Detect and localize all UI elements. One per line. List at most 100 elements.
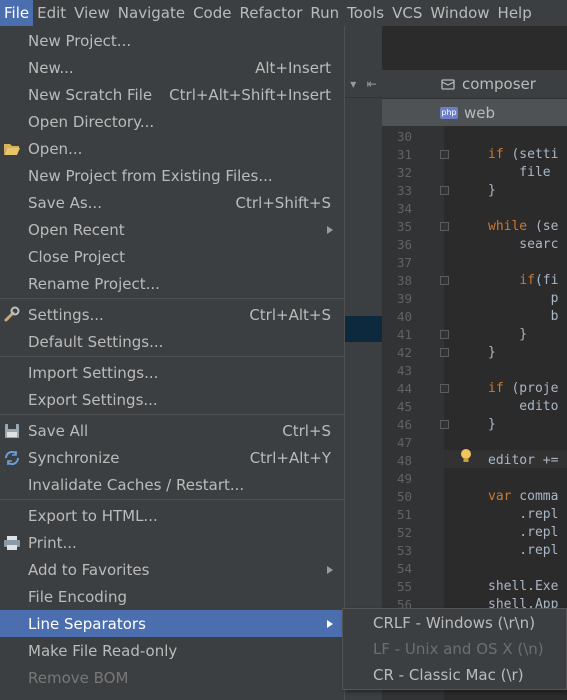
menu-item-label: File Encoding xyxy=(28,587,127,606)
menu-item-import-settings[interactable]: Import Settings... xyxy=(0,359,345,386)
menu-item-open-recent[interactable]: Open Recent xyxy=(0,216,345,243)
menu-item-save-all[interactable]: Save All Ctrl+S xyxy=(0,417,345,444)
menu-separator xyxy=(0,356,345,357)
fold-marker-icon[interactable] xyxy=(440,384,449,393)
menu-item-open[interactable]: Open... xyxy=(0,135,345,162)
menu-item-label: Print... xyxy=(28,533,77,552)
line-number: 30 xyxy=(396,129,412,144)
code-line: b xyxy=(488,309,559,324)
fold-marker-icon[interactable] xyxy=(440,186,449,195)
line-number: 46 xyxy=(396,417,412,432)
menu-item-label: Open Recent xyxy=(28,220,125,239)
line-number: 44 xyxy=(396,381,412,396)
line-number: 50 xyxy=(396,489,412,504)
submenu-arrow-icon xyxy=(327,619,333,628)
menu-item-label: New Project... xyxy=(28,31,132,50)
line-number: 34 xyxy=(396,201,412,216)
menu-item-shortcut: Ctrl+Alt+Shift+Insert xyxy=(169,85,331,104)
file-menu-dropdown: New Project... New... Alt+Insert New Scratc… xyxy=(0,26,345,700)
menu-item-label: Save As... xyxy=(28,193,102,212)
menu-item-save-as[interactable]: Save As... Ctrl+Shift+S xyxy=(0,189,345,216)
fold-marker-icon[interactable] xyxy=(440,276,449,285)
menu-item-export-settings[interactable]: Export Settings... xyxy=(0,386,345,413)
menu-item-settings[interactable]: Settings... Ctrl+Alt+S xyxy=(0,301,345,328)
code-line: if (proje xyxy=(488,381,559,396)
tab-composer[interactable]: composer xyxy=(382,70,567,98)
code-line: editor += xyxy=(488,453,559,468)
code-line: } xyxy=(488,417,496,432)
menu-run[interactable]: Run xyxy=(306,0,343,26)
menu-item-export-to-html[interactable]: Export to HTML... xyxy=(0,502,345,529)
fold-marker-icon[interactable] xyxy=(440,348,449,357)
line-number: 55 xyxy=(396,579,412,594)
menu-item-label: New... xyxy=(28,58,74,77)
menu-item-label: Line Separators xyxy=(28,614,146,633)
line-number: 51 xyxy=(396,507,412,522)
menu-vcs[interactable]: VCS xyxy=(388,0,426,26)
menu-item-default-settings[interactable]: Default Settings... xyxy=(0,328,345,355)
line-number: 54 xyxy=(396,561,412,576)
menu-item-new-scratch-file[interactable]: New Scratch File Ctrl+Alt+Shift+Insert xyxy=(0,81,345,108)
line-number: 33 xyxy=(396,183,412,198)
menu-help[interactable]: Help xyxy=(494,0,536,26)
line-number: 41 xyxy=(396,327,412,342)
project-tree-strip xyxy=(345,66,382,700)
lightbulb-icon[interactable] xyxy=(460,448,472,464)
menu-item-label: Make File Read-only xyxy=(28,641,178,660)
tab-label: web xyxy=(464,103,496,122)
menu-item-new[interactable]: New... Alt+Insert xyxy=(0,54,345,81)
menu-item-synchronize[interactable]: Synchronize Ctrl+Alt+Y xyxy=(0,444,345,471)
menu-refactor[interactable]: Refactor xyxy=(235,0,306,26)
code-line: } xyxy=(488,183,496,198)
lf-unix-option: LF - Unix and OS X (\n) xyxy=(343,636,567,662)
menu-item-new-project-from-existing-files[interactable]: New Project from Existing Files... xyxy=(0,162,345,189)
line-number: 49 xyxy=(396,471,412,486)
code-line: while (se xyxy=(488,219,559,234)
code-line: edito xyxy=(488,399,559,414)
line-number: 38 xyxy=(396,273,412,288)
cr-classic-mac-option[interactable]: CR - Classic Mac (\r) xyxy=(343,662,567,688)
menu-edit[interactable]: Edit xyxy=(33,0,70,26)
line-separators-submenu: CRLF - Windows (\r\n) LF - Unix and OS X… xyxy=(342,608,567,690)
code-line: file xyxy=(488,165,551,180)
menu-item-line-separators[interactable]: Line Separators xyxy=(0,610,345,637)
menu-code[interactable]: Code xyxy=(189,0,235,26)
hide-panel-icon[interactable]: ⇤ xyxy=(367,77,377,91)
submenu-arrow-icon xyxy=(327,565,333,574)
code-line: searc xyxy=(488,237,559,252)
crlf-windows-option[interactable]: CRLF - Windows (\r\n) xyxy=(343,610,567,636)
menu-item-print[interactable]: Print... xyxy=(0,529,345,556)
option-label: CRLF - Windows (\r\n) xyxy=(373,614,536,632)
option-label: CR - Classic Mac (\r) xyxy=(373,666,524,684)
menu-separator xyxy=(0,414,345,415)
menu-item-file-encoding[interactable]: File Encoding xyxy=(0,583,345,610)
menu-item-add-to-favorites[interactable]: Add to Favorites xyxy=(0,556,345,583)
menu-file[interactable]: File xyxy=(0,0,34,26)
menu-item-make-file-read-only[interactable]: Make File Read-only xyxy=(0,637,345,664)
code-line: .repl xyxy=(488,525,559,540)
menu-item-remove-bom: Remove BOM xyxy=(0,664,345,691)
wrench-icon xyxy=(3,306,21,324)
menu-separator xyxy=(0,499,345,500)
menu-navigate[interactable]: Navigate xyxy=(114,0,189,26)
fold-marker-icon[interactable] xyxy=(440,420,449,429)
menu-item-label: Save All xyxy=(28,421,89,440)
line-number: 47 xyxy=(396,435,412,450)
code-line: shell.Exe xyxy=(488,579,559,594)
line-number: 45 xyxy=(396,399,412,414)
menu-item-new-project[interactable]: New Project... xyxy=(0,27,345,54)
menu-item-invalidate-caches-restart[interactable]: Invalidate Caches / Restart... xyxy=(0,471,345,498)
code-line: if (setti xyxy=(488,147,559,162)
menu-window[interactable]: Window xyxy=(426,0,493,26)
menu-item-close-project[interactable]: Close Project xyxy=(0,243,345,270)
selected-tree-row[interactable] xyxy=(345,316,382,342)
fold-marker-icon[interactable] xyxy=(440,330,449,339)
fold-marker-icon[interactable] xyxy=(440,150,449,159)
tab-web[interactable]: php web xyxy=(382,98,567,126)
settings-dropdown-icon[interactable]: ▾ xyxy=(350,77,356,91)
menu-tools[interactable]: Tools xyxy=(343,0,388,26)
menu-item-open-directory[interactable]: Open Directory... xyxy=(0,108,345,135)
menu-item-rename-project[interactable]: Rename Project... xyxy=(0,270,345,297)
menu-view[interactable]: View xyxy=(70,0,114,26)
fold-marker-icon[interactable] xyxy=(440,222,449,231)
